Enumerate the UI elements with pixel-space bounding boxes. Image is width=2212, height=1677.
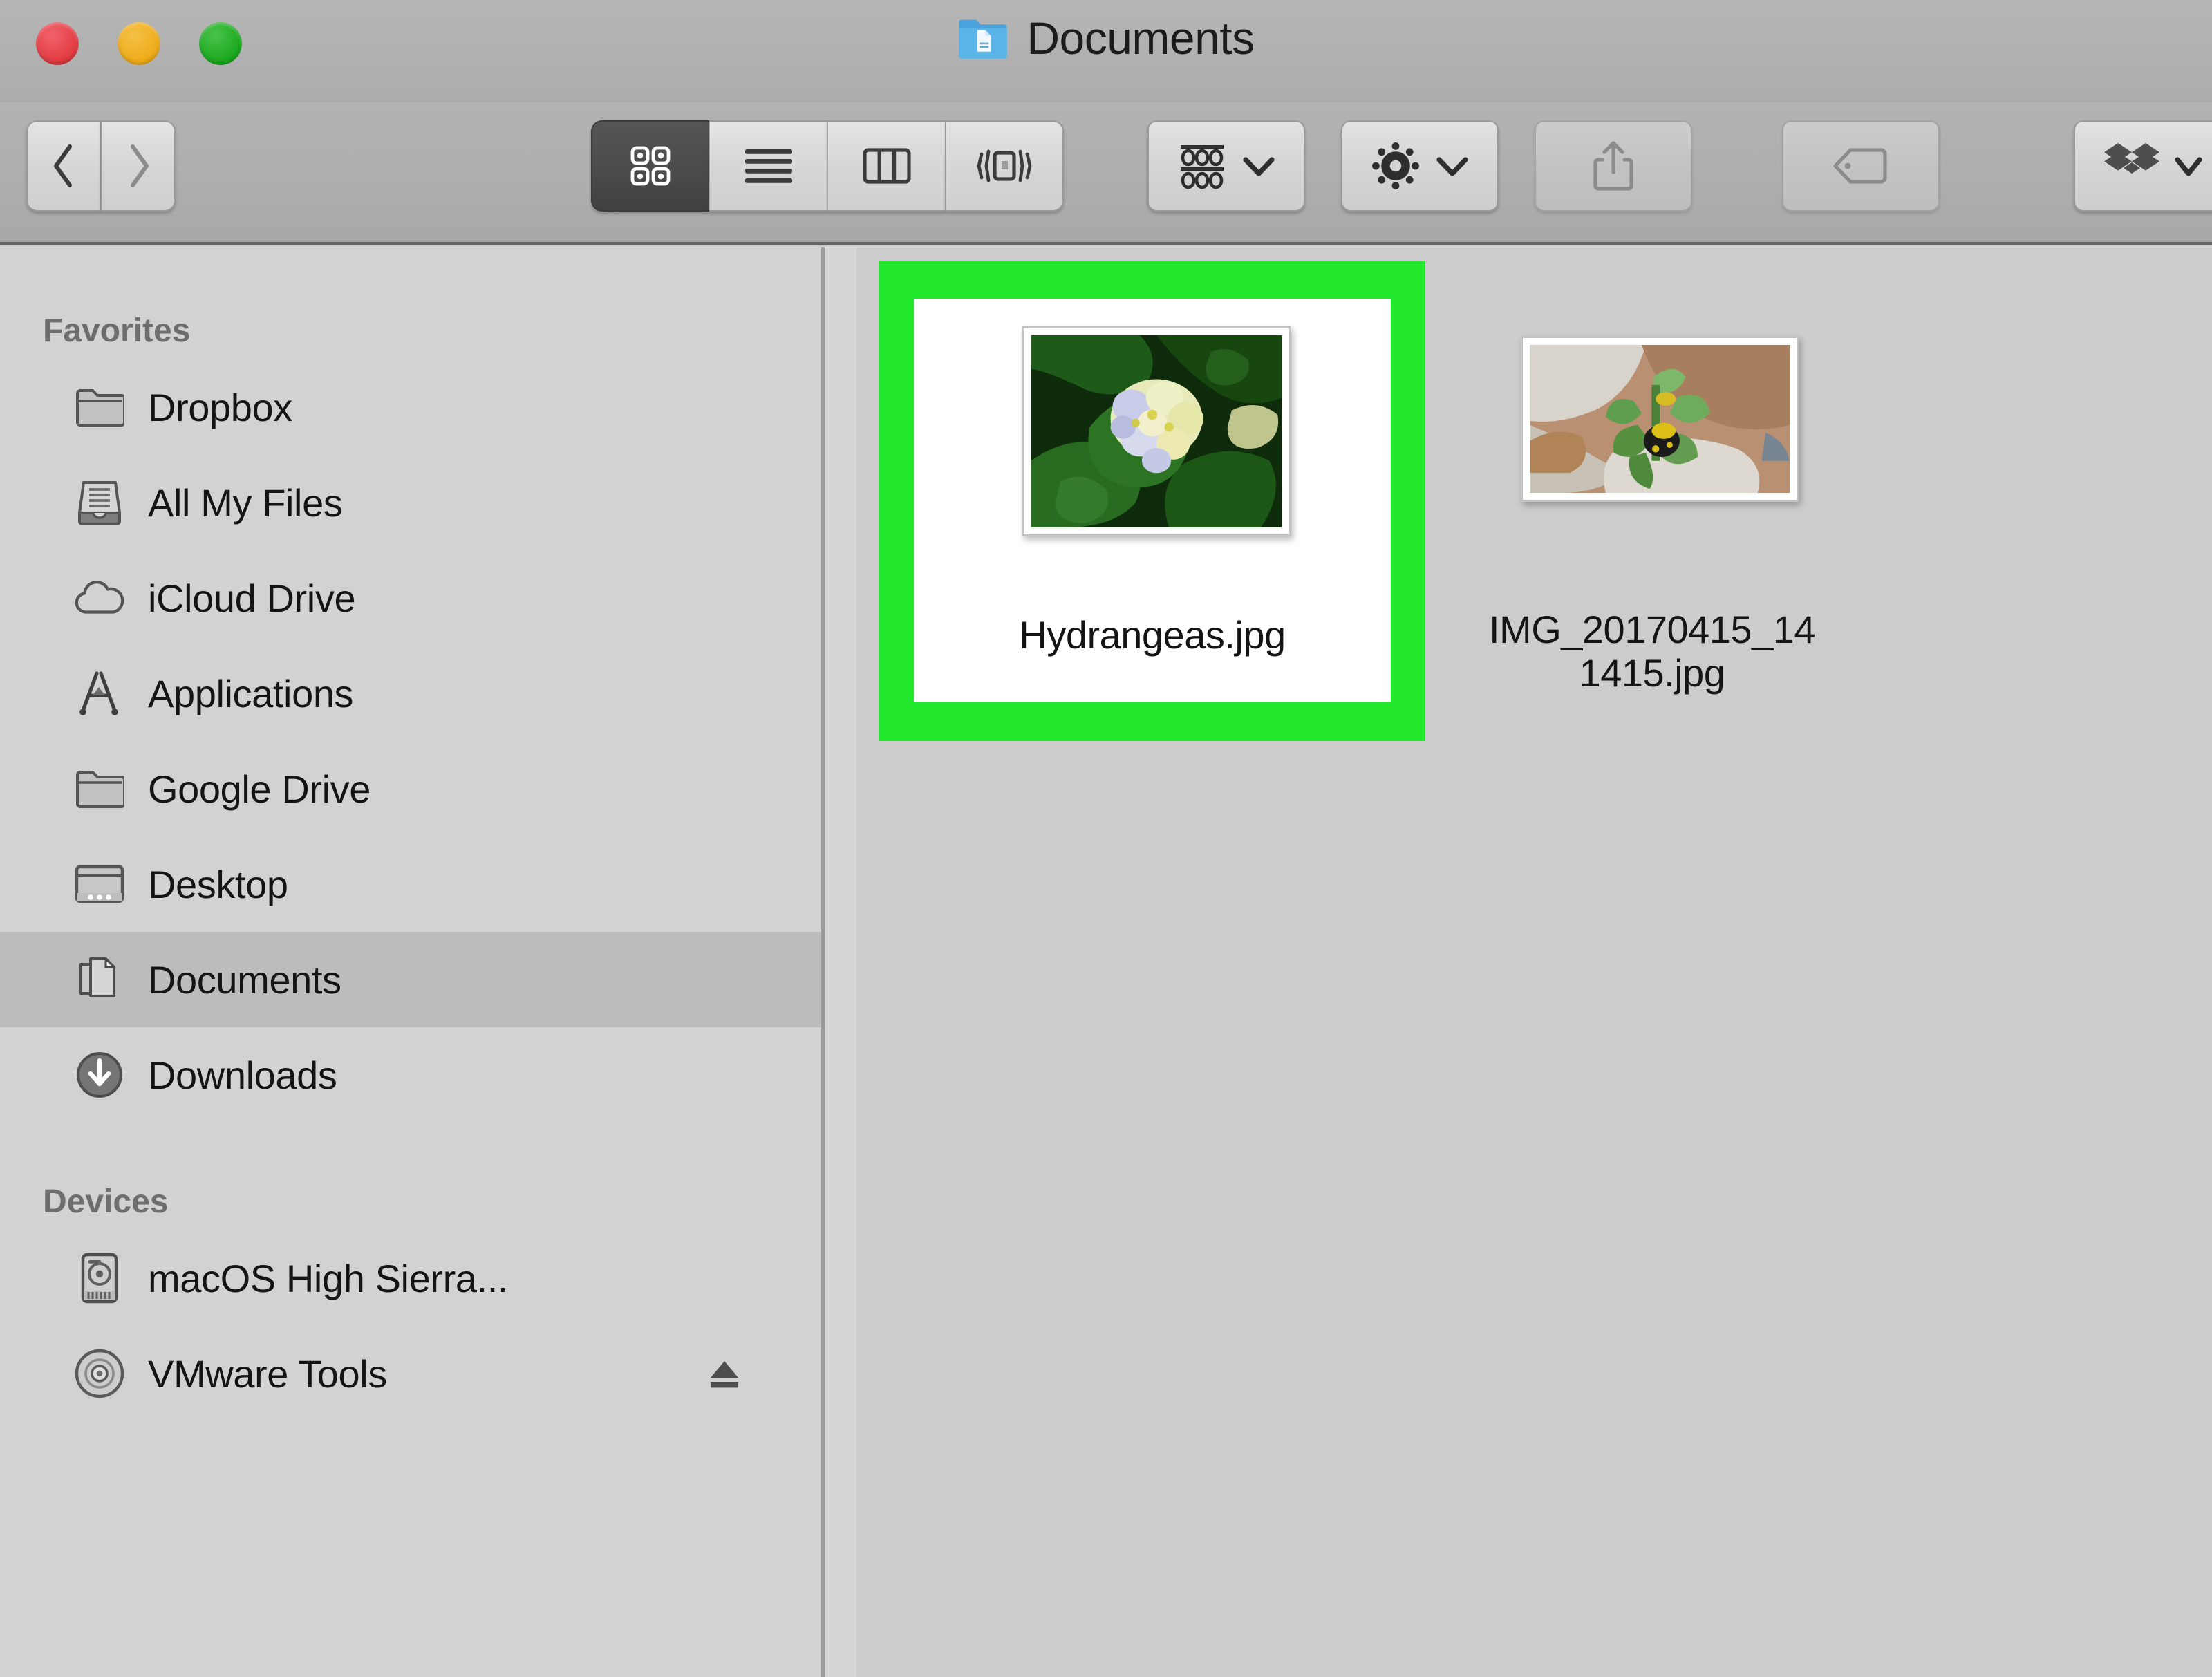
all-my-files-icon	[73, 476, 126, 529]
gear-icon	[1370, 140, 1421, 191]
forward-button[interactable]	[101, 120, 176, 212]
share-button[interactable]	[1535, 120, 1692, 212]
chevron-down-icon	[2175, 154, 2202, 178]
chevron-left-icon	[48, 141, 81, 191]
sidebar-item-desktop[interactable]: Desktop	[0, 836, 821, 932]
vertical-scrollbar-track[interactable]	[825, 247, 1676, 1677]
folder-icon	[73, 762, 126, 815]
back-button[interactable]	[26, 120, 101, 212]
sidebar-item-label: Dropbox	[148, 385, 292, 429]
documents-folder-icon	[957, 15, 1009, 61]
eject-icon[interactable]	[705, 1354, 744, 1393]
finder-window: Documents Favorites Dropbox All My Files…	[0, 0, 2212, 1677]
sidebar-section-header-devices: Devices	[43, 1183, 169, 1220]
sidebar-item-label: Documents	[148, 957, 341, 1002]
sidebar-item-label: VMware Tools	[148, 1351, 387, 1396]
view-mode-selector	[591, 120, 1064, 212]
file-thumbnail-img20170415[interactable]	[1521, 336, 1799, 502]
sidebar-item-label: Applications	[148, 671, 354, 715]
grid-view-icon	[627, 142, 674, 189]
chevron-right-icon	[122, 141, 155, 191]
tag-button[interactable]	[1782, 120, 1940, 212]
coverflow-view-icon	[976, 144, 1033, 187]
applications-icon	[73, 667, 126, 720]
sidebar-item-dropbox[interactable]: Dropbox	[0, 359, 821, 455]
sidebar-item-label: All My Files	[148, 480, 343, 525]
desktop-icon	[73, 858, 126, 910]
view-mode-coverflow-button[interactable]	[946, 120, 1064, 212]
optical-disc-icon	[73, 1347, 126, 1400]
documents-icon	[73, 953, 126, 1006]
view-mode-icon-button[interactable]	[591, 120, 709, 212]
folder-icon	[73, 381, 126, 433]
file-name-img20170415: IMG_20170415_14 1415.jpg	[1438, 608, 1866, 695]
arrange-button[interactable]	[1147, 120, 1305, 212]
downloads-icon	[73, 1049, 126, 1101]
sidebar-item-label: Downloads	[148, 1053, 337, 1097]
dropbox-icon	[2103, 139, 2161, 193]
sidebar-item-macos-high-sierra[interactable]: macOS High Sierra...	[0, 1230, 821, 1326]
sidebar-item-label: iCloud Drive	[148, 576, 356, 620]
finder-sidebar: Favorites Dropbox All My Files iCloud Dr…	[0, 247, 821, 1677]
hydrangea-flower-photo	[1031, 335, 1282, 527]
view-mode-column-button[interactable]	[827, 120, 946, 212]
sidebar-item-downloads[interactable]: Downloads	[0, 1027, 821, 1123]
file-name-hydrangeas: Hydrangeas.jpg	[1019, 613, 1286, 657]
share-upload-icon	[1588, 139, 1638, 193]
cloud-icon	[73, 572, 126, 624]
tag-icon	[1831, 144, 1891, 187]
action-menu-button[interactable]	[1341, 120, 1499, 212]
arrange-grid-icon	[1177, 141, 1228, 191]
sidebar-item-label: Google Drive	[148, 767, 371, 811]
sidebar-item-applications[interactable]: Applications	[0, 646, 821, 741]
hard-drive-icon	[73, 1252, 126, 1304]
list-view-icon	[741, 144, 796, 188]
column-view-icon	[861, 144, 913, 187]
view-mode-list-button[interactable]	[709, 120, 827, 212]
sidebar-item-label: Desktop	[148, 862, 288, 906]
chevron-down-icon	[1435, 154, 1470, 178]
sidebar-section-header-favorites: Favorites	[43, 312, 191, 349]
chevron-down-icon	[1241, 154, 1276, 178]
sidebar-item-google-drive[interactable]: Google Drive	[0, 741, 821, 836]
file-name-line1: IMG_20170415_14	[1489, 608, 1816, 651]
sidebar-item-label: macOS High Sierra...	[148, 1256, 509, 1300]
file-name-line2: 1415.jpg	[1579, 650, 1725, 695]
window-titlebar: Documents	[0, 0, 2212, 102]
sidebar-item-vmware-tools[interactable]: VMware Tools	[0, 1326, 821, 1421]
navigation-buttons	[26, 120, 176, 212]
green-plant-photo	[1530, 345, 1790, 493]
finder-toolbar	[0, 102, 2212, 245]
sidebar-item-all-my-files[interactable]: All My Files	[0, 455, 821, 550]
sidebar-item-icloud-drive[interactable]: iCloud Drive	[0, 550, 821, 646]
sidebar-item-documents[interactable]: Documents	[0, 932, 821, 1027]
window-title: Documents	[1027, 12, 1255, 64]
window-title-group: Documents	[0, 0, 2212, 76]
dropbox-button[interactable]	[2074, 120, 2212, 212]
file-thumbnail-hydrangeas[interactable]	[1022, 326, 1291, 536]
